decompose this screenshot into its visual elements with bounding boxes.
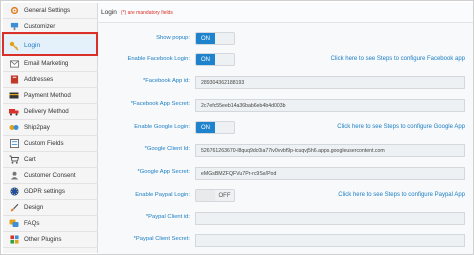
paypal-client-id-input[interactable] [195,212,465,225]
truck-icon [9,107,19,117]
custom-fields-icon [9,139,19,149]
toggle-off-state: OFF [215,190,234,201]
sidebar-item-label: Ship2pay [24,124,50,131]
sidebar-item-label: Customer Consent [24,172,76,179]
page-title: Login [101,9,117,16]
sidebar-item-label: Addresses [24,76,54,83]
facebook-steps-link[interactable]: Click here to see Steps to configure Fac… [331,56,465,62]
ship2pay-icon [9,123,19,133]
gdpr-icon [9,187,19,197]
sidebar-item-faqs[interactable]: FAQs [3,216,98,232]
google-client-id-label: *Google Client Id: [144,146,190,152]
sidebar-item-design[interactable]: Design [3,200,98,216]
credit-card-icon [9,91,19,101]
sidebar-item-label: Login [24,42,41,49]
sidebar-item-ship2pay[interactable]: Ship2pay [3,120,98,136]
address-book-icon [9,75,19,85]
sidebar-item-label: Custom Fields [24,140,64,147]
sidebar-item-general-settings[interactable]: General Settings [3,3,98,19]
app-frame: General Settings Customizer Login Email … [0,0,474,255]
sidebar-item-label: Design [24,204,44,211]
envelope-icon [9,59,19,69]
toggle-off-half [215,122,234,133]
cart-icon [9,155,19,165]
enable-facebook-label: Enable Facebook Login: [127,56,190,62]
sidebar-item-addresses[interactable]: Addresses [3,72,98,88]
paypal-steps-link[interactable]: Click here to see Steps to configure Pay… [338,192,465,198]
login-settings-panel: Login (*) are mandatory fields Show popu… [98,3,473,254]
toggle-off-half [215,54,234,65]
sidebar-item-login[interactable]: Login [3,36,98,56]
facebook-app-id-input[interactable]: 289304362188193 [195,76,465,89]
sidebar-item-gdpr-settings[interactable]: GDPR settings [3,184,98,200]
mandatory-note: (*) are mandatory fields [120,9,173,16]
sidebar-item-label: FAQs [24,220,40,227]
sidebar-item-delivery-method[interactable]: Delivery Method [3,104,98,120]
sidebar-item-label: General Settings [24,7,71,14]
google-steps-link[interactable]: Click here to see Steps to configure Goo… [337,124,465,130]
enable-paypal-toggle[interactable]: OFF [195,189,235,202]
customer-consent-icon [9,171,19,181]
enable-facebook-toggle[interactable]: ON [195,53,235,66]
facebook-app-secret-label: *Facebook App Secret: [130,101,190,107]
toggle-on-state: ON [196,33,215,44]
facebook-app-secret-input[interactable]: 2c7efc55eeb14a36bab6eb4b4d003b [195,99,465,112]
sidebar-item-customizer[interactable]: Customizer [3,19,98,35]
enable-google-toggle[interactable]: ON [195,121,235,134]
sidebar-item-payment-method[interactable]: Payment Method [3,88,98,104]
faq-icon [9,219,19,229]
gear-icon [9,6,19,16]
sidebar: General Settings Customizer Login Email … [3,3,98,253]
show-popup-label: Show popup: [156,35,190,41]
plugins-icon [9,235,19,245]
google-client-id-input[interactable]: 526761263670-l8quq9dc0ia77iv0vvbf9p-icuq… [195,144,465,157]
show-popup-toggle[interactable]: ON [195,32,235,45]
sidebar-item-label: Delivery Method [24,108,69,115]
sidebar-item-email-marketing[interactable]: Email Marketing [3,56,98,72]
sidebar-item-custom-fields[interactable]: Custom Fields [3,136,98,152]
toggle-on-state: ON [196,54,215,65]
toggle-off-half [215,33,234,44]
facebook-app-id-label: *Facebook App id: [142,78,190,84]
sidebar-item-label: GDPR settings [24,188,65,195]
sidebar-item-customer-consent[interactable]: Customer Consent [3,168,98,184]
google-app-secret-label: *Google App Secret: [137,169,190,175]
toggle-on-state: ON [196,122,215,133]
paint-icon [9,22,19,32]
paypal-client-secret-input[interactable] [195,234,465,247]
sidebar-item-label: Cart [24,156,36,163]
google-app-secret-input[interactable]: eMGsBMZFQFVu7Pr-rc9Sa!Pod [195,167,465,180]
sidebar-item-label: Email Marketing [24,60,69,67]
panel-header: Login (*) are mandatory fields [98,3,473,23]
sidebar-item-other-plugins[interactable]: Other Plugins [3,232,98,248]
enable-paypal-label: Enable Paypal Login: [135,192,190,198]
paypal-client-secret-label: *Paypal Client Secret: [133,236,190,242]
key-icon [9,41,19,51]
design-brush-icon [9,203,19,213]
sidebar-item-cart[interactable]: Cart [3,152,98,168]
toggle-off-half [196,190,215,201]
enable-google-label: Enable Google Login: [134,124,190,130]
sidebar-item-label: Other Plugins [24,236,62,243]
sidebar-item-label: Customizer [24,23,56,30]
paypal-client-id-label: *Paypal Client id: [145,214,190,220]
sidebar-item-label: Payment Method [24,92,71,99]
